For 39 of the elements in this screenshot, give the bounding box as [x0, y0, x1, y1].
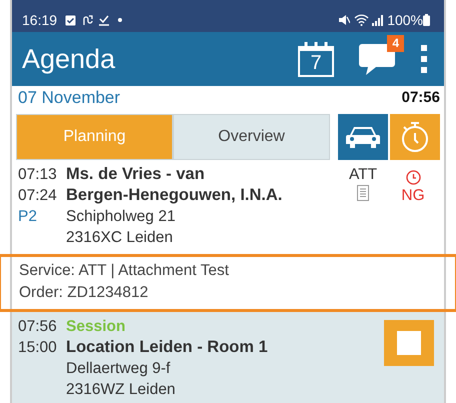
status-code-label: NG: [401, 186, 425, 206]
message-count-badge: 4: [387, 35, 404, 52]
service-line: Service: ATT | Attachment Test: [19, 261, 230, 281]
client-name: Ms. de Vries - van Bergen-Henegouwen, I.N.A.: [66, 164, 284, 206]
current-time: 07:56: [402, 88, 440, 108]
order-number: Order: ZD1234812: [19, 283, 150, 303]
calendar-rings-icon: [303, 42, 329, 48]
battery-icon: [423, 14, 430, 26]
tab[interactable]: Overview: [173, 114, 330, 160]
document-icon: [357, 185, 369, 201]
dot-icon: [118, 18, 122, 22]
date-label: 07 November: [18, 87, 120, 110]
clock-icon: [406, 170, 420, 185]
end-time: 07:24: [18, 186, 58, 206]
car-button[interactable]: [338, 114, 388, 160]
street-address: Schipholweg 21: [66, 207, 176, 227]
postcode-city: 2316XC Leiden: [66, 228, 174, 248]
menu-icon[interactable]: [420, 45, 428, 73]
checkbox-icon: [65, 14, 76, 26]
end-time: 15:00: [18, 338, 58, 358]
street-address: Dellaertweg 9-f: [66, 359, 172, 379]
download-done-icon: [98, 14, 110, 26]
start-time: 07:13: [18, 165, 58, 185]
signal-icon: [372, 14, 384, 26]
session-label: Session: [66, 317, 126, 337]
calendar-button[interactable]: 7: [298, 46, 334, 76]
battery-level: 100%: [387, 10, 423, 30]
app-title: Agenda: [22, 42, 116, 76]
location-name: Location Leiden - Room 1: [66, 337, 269, 358]
priority-label: P2: [18, 207, 38, 227]
status-time: 16:19: [22, 10, 58, 30]
wifi-icon: [354, 14, 370, 26]
service-code: ATT: [348, 165, 378, 185]
postcode-city: 2316WZ Leiden: [66, 380, 176, 400]
stopwatch-icon: [401, 121, 429, 153]
stop-icon: [397, 331, 421, 355]
start-time: 07:56: [18, 317, 58, 337]
mute-icon: [338, 14, 350, 26]
car-icon: [346, 124, 380, 150]
